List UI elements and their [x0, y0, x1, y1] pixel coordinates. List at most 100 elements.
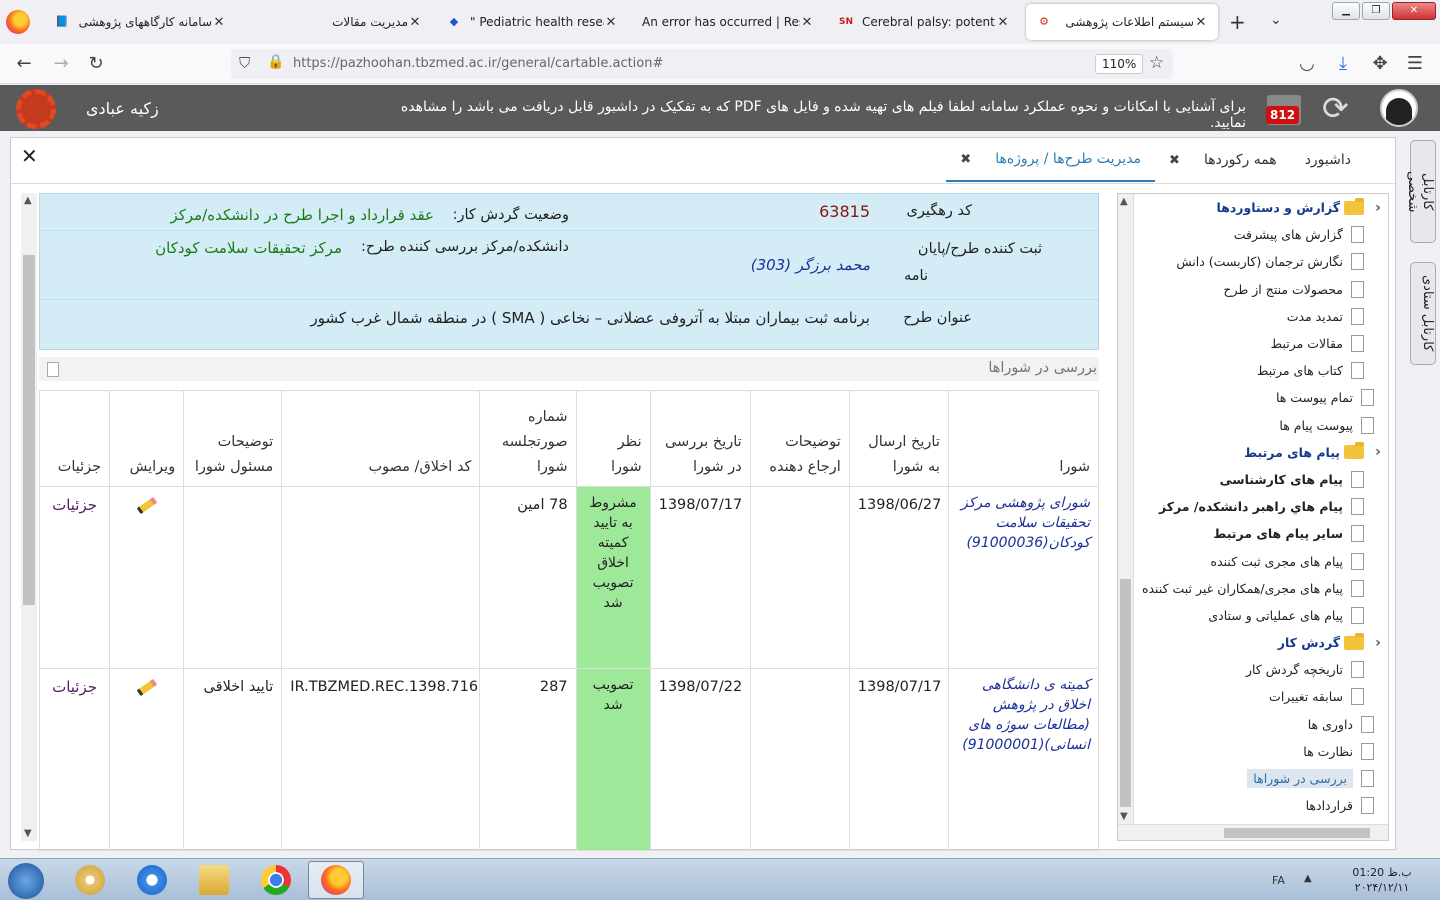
chevron-icon[interactable]: ‹: [1370, 635, 1386, 651]
tree-item[interactable]: پیام های مجری/همکاران غیر ثبت کننده: [1132, 575, 1388, 602]
avatar[interactable]: [1380, 89, 1418, 127]
tree-item[interactable]: تمام پیوست ها: [1132, 384, 1388, 411]
download-icon[interactable]: ⤓: [1332, 53, 1354, 74]
extensions-icon[interactable]: ✥: [1369, 53, 1391, 74]
firefox-menu-icon[interactable]: [6, 10, 30, 34]
start-button[interactable]: [8, 863, 44, 899]
tray-expand-icon[interactable]: ▲: [1304, 873, 1312, 884]
column-header: توضیحات ارجاع دهنده: [749, 390, 850, 487]
divider: [40, 230, 1100, 231]
tab-dashboard[interactable]: داشبورد: [1291, 138, 1365, 182]
close-tab-icon[interactable]: ✕: [408, 15, 422, 30]
restore-icon[interactable]: ❐: [1362, 2, 1390, 20]
tree-item[interactable]: نگارش ترجمان (کاربست) دانش: [1132, 248, 1388, 275]
tab-projects-management[interactable]: مدیریت طرح‌ها / پروژه‌ها ✖: [946, 138, 1156, 182]
forward-icon[interactable]: →: [50, 53, 72, 74]
refresh-icon[interactable]: ⟳: [1322, 89, 1349, 127]
tab-personal-cartable[interactable]: کارتابل شخصی: [1405, 140, 1436, 243]
chevron-icon[interactable]: ‹: [1370, 444, 1386, 460]
pencil-icon[interactable]: [136, 496, 157, 515]
tree-item[interactable]: کتاب های مرتبط: [1132, 357, 1388, 384]
vertical-scrollbar[interactable]: ▲ ▼: [21, 193, 37, 841]
address-bar[interactable]: ⛉ 🔒 https://pazhoohan.tbzmed.ac.ir/gener…: [231, 49, 1173, 79]
clock[interactable]: ب.ظ 01:20 ۲۰۲۴/۱۲/۱۱: [1342, 865, 1422, 895]
tree-item[interactable]: سایر پیام های مرتبط: [1132, 520, 1388, 547]
council-name-link[interactable]: کمیته ی دانشگاهی اخلاق در پژوهش (مطالعات…: [947, 668, 1100, 851]
column-header: شورا: [947, 390, 1100, 487]
tree-item[interactable]: بررسی در شوراها: [1132, 765, 1388, 792]
scroll-down-icon[interactable]: ▼: [24, 828, 32, 839]
close-window-icon[interactable]: ✕: [1392, 2, 1436, 20]
taskbar-ie-app[interactable]: [124, 861, 180, 899]
project-title-label: عنوان طرح: [903, 310, 972, 326]
scroll-up-icon[interactable]: ▲: [1120, 196, 1128, 207]
browser-tab-active[interactable]: ⚙ سیستم اطلاعات پژوهشی ✕: [1026, 4, 1218, 40]
horizontal-scrollbar[interactable]: [1118, 824, 1388, 840]
scrollbar-thumb[interactable]: [23, 255, 35, 605]
zoom-level-button[interactable]: 110%: [1095, 54, 1144, 74]
close-icon[interactable]: ✖: [1169, 153, 1180, 168]
tree-item[interactable]: داوری ها: [1132, 711, 1388, 738]
messages-count-badge[interactable]: 812: [1266, 106, 1300, 124]
close-tab-icon[interactable]: ✕: [800, 15, 814, 30]
close-icon[interactable]: ✕: [21, 144, 38, 168]
url-text[interactable]: https://pazhoohan.tbzmed.ac.ir/general/c…: [293, 56, 663, 71]
language-indicator[interactable]: FA: [1272, 874, 1285, 887]
tree-item[interactable]: تاریخچه گردش کار: [1132, 656, 1388, 683]
hamburger-menu-icon[interactable]: ☰: [1404, 53, 1426, 74]
close-tab-icon[interactable]: ✕: [212, 15, 226, 30]
tree-item[interactable]: پیام های عملیاتی و ستادی: [1132, 602, 1388, 629]
scroll-down-icon[interactable]: ▼: [1120, 811, 1128, 822]
close-tab-icon[interactable]: ✕: [604, 15, 618, 30]
tree-folder[interactable]: ‹ گردش کار: [1132, 629, 1388, 656]
registrar-value[interactable]: محمد برزگر (303): [751, 256, 870, 274]
tree-folder[interactable]: ‹ پیام های مرتبط: [1132, 439, 1388, 466]
document-icon[interactable]: [47, 362, 59, 377]
tree-folder[interactable]: ‹ گزارش و دستاوردها: [1132, 194, 1388, 221]
shield-icon[interactable]: ⛉: [239, 54, 250, 72]
browser-tab[interactable]: An error has occurred | Resear ✕: [632, 4, 824, 40]
chevron-down-icon[interactable]: ⌄: [1270, 12, 1282, 28]
browser-tab[interactable]: ◆ " Pediatric health research ✕: [436, 4, 628, 40]
tab-all-records[interactable]: همه رکوردها ✖: [1155, 138, 1291, 182]
taskbar-paint-app[interactable]: [62, 861, 118, 899]
tree-item[interactable]: پیام هاي راهبر دانشکده/ مرکز: [1132, 493, 1388, 520]
browser-tab[interactable]: مدیریت مقالات ✕: [240, 4, 432, 40]
details-link[interactable]: جزئیات: [38, 486, 111, 669]
taskbar-explorer-app[interactable]: [186, 861, 242, 899]
new-tab-icon[interactable]: +: [1229, 10, 1246, 34]
user-name[interactable]: زکیه عبادی: [86, 99, 159, 118]
tree-item[interactable]: نظارت ها: [1132, 738, 1388, 765]
tree-item[interactable]: تمدید مدت: [1132, 303, 1388, 330]
scrollbar-thumb[interactable]: [1120, 579, 1131, 807]
tab-staff-cartable[interactable]: کارتابل ستادی: [1410, 262, 1436, 365]
close-tab-icon[interactable]: ✕: [1194, 15, 1208, 30]
browser-tab[interactable]: 📘 سامانه کارگاههای پژوهشی ✕: [44, 4, 236, 40]
taskbar-chrome-app[interactable]: [248, 861, 304, 899]
pencil-icon[interactable]: [136, 678, 157, 697]
details-link[interactable]: جزئیات: [38, 668, 111, 851]
pocket-icon[interactable]: ◡: [1296, 53, 1318, 74]
tree-item[interactable]: پیام های مجری ثبت کننده: [1132, 547, 1388, 574]
tree-item[interactable]: گزارش های پیشرفت: [1132, 221, 1388, 248]
back-icon[interactable]: ←: [13, 53, 35, 74]
chevron-icon[interactable]: ‹: [1370, 200, 1386, 216]
scrollbar-thumb[interactable]: [1224, 828, 1370, 838]
tree-item[interactable]: قراردادها: [1132, 792, 1388, 819]
tree-item[interactable]: سابقه تغییرات: [1132, 683, 1388, 710]
taskbar-firefox-app[interactable]: [308, 861, 364, 899]
close-tab-icon[interactable]: ✕: [996, 15, 1010, 30]
tree-item[interactable]: مقالات مرتبط: [1132, 330, 1388, 357]
reload-icon[interactable]: ↻: [85, 53, 107, 74]
browser-tab[interactable]: SN Cerebral palsy: potential r ✕: [828, 4, 1020, 40]
bookmark-star-icon[interactable]: ☆: [1149, 53, 1164, 73]
minimize-icon[interactable]: ▁: [1332, 2, 1360, 20]
lock-icon[interactable]: 🔒: [267, 54, 284, 70]
tree-item[interactable]: محصولات منتج از طرح: [1132, 276, 1388, 303]
tree-item[interactable]: پیوست پیام ها: [1132, 412, 1388, 439]
tracking-code-value: 63815: [819, 202, 870, 221]
close-icon[interactable]: ✖: [960, 152, 971, 167]
tree-item[interactable]: پیام های کارشناسی: [1132, 466, 1388, 493]
council-name-link[interactable]: شورای پژوهشی مرکز تحقیقات سلامت کودکان(9…: [947, 486, 1100, 669]
scroll-up-icon[interactable]: ▲: [24, 195, 32, 206]
